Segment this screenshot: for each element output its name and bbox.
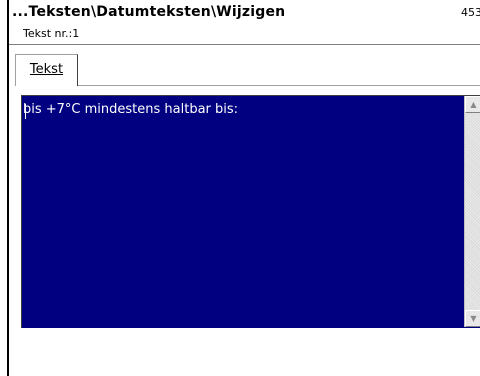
- header: ...Teksten\Datumteksten\Wijzigen 453 Tek…: [9, 0, 480, 44]
- scroll-up-button[interactable]: ▲: [465, 96, 480, 113]
- editor-text-content[interactable]: bis +7°C mindestens haltbar bis:: [23, 102, 238, 117]
- breadcrumb-title: ...Teksten\Datumteksten\Wijzigen: [12, 4, 286, 20]
- vertical-scrollbar[interactable]: ▲ ▼: [464, 96, 480, 327]
- record-code: 453: [461, 6, 480, 19]
- tab-tekst-label: Tekst: [29, 62, 64, 77]
- text-number-label: Tekst nr.:1: [23, 27, 80, 40]
- tab-tekst[interactable]: Tekst: [15, 54, 78, 86]
- scroll-down-button[interactable]: ▼: [465, 310, 480, 327]
- window-frame: ...Teksten\Datumteksten\Wijzigen 453 Tek…: [7, 0, 480, 376]
- tab-panel: Tekst bis +7°C mindestens haltbar bis: ▲…: [9, 45, 480, 376]
- arrow-down-icon: ▼: [470, 314, 477, 323]
- arrow-up-icon: ▲: [470, 100, 477, 109]
- text-editor[interactable]: bis +7°C mindestens haltbar bis: ▲ ▼: [21, 95, 480, 328]
- text-caret: [25, 104, 26, 119]
- tab-strip-divider: [78, 85, 480, 86]
